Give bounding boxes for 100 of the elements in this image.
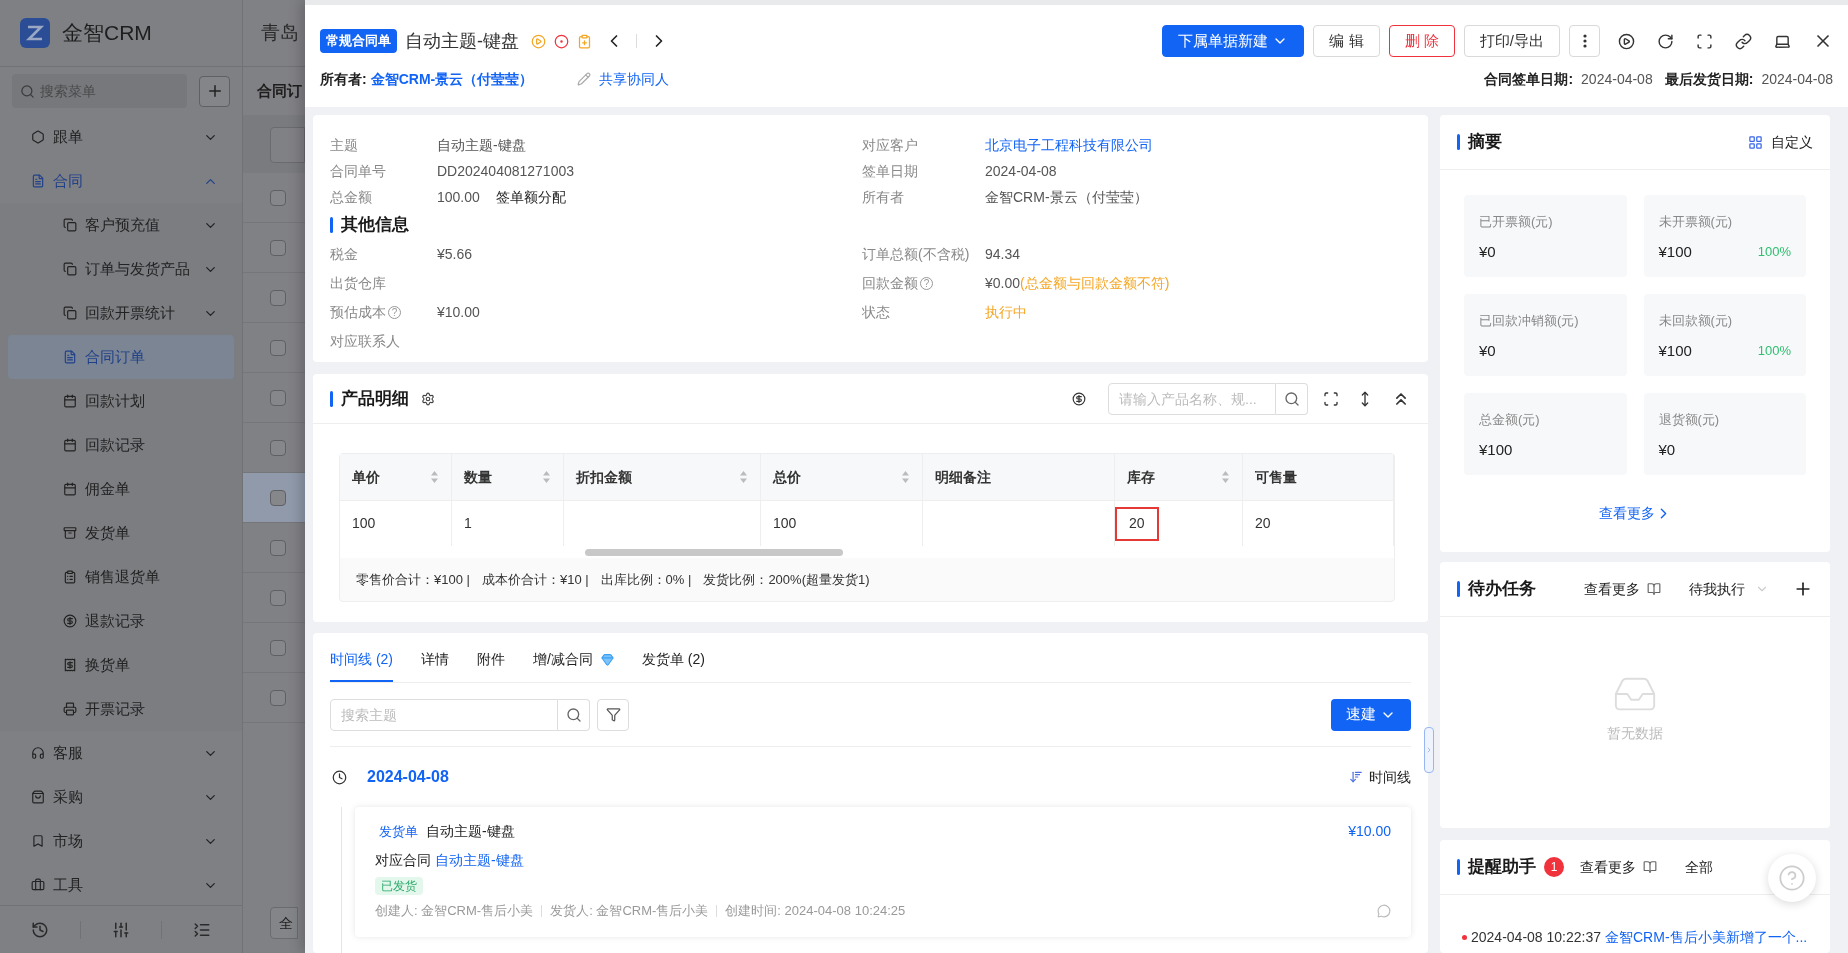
accent-bar bbox=[330, 390, 333, 407]
action-button[interactable]: 打印/导出 bbox=[1463, 25, 1560, 57]
entry-meta: 发货人: 金智CRM-售后小美 bbox=[550, 902, 709, 920]
copy-icon bbox=[63, 218, 77, 232]
action-button[interactable]: 删 除 bbox=[1388, 25, 1455, 57]
more-icon bbox=[1582, 34, 1587, 48]
stat-value: ¥100 bbox=[1658, 241, 1692, 262]
view-more-link[interactable]: 查看更多 bbox=[1584, 578, 1640, 600]
date-value: 2024-04-08 bbox=[1581, 69, 1653, 89]
view-more-link[interactable]: 查看更多 bbox=[1598, 503, 1672, 524]
column-header[interactable]: 库存 bbox=[1115, 454, 1243, 500]
menu-item[interactable]: 佣金单 bbox=[8, 467, 234, 511]
row-checkbox[interactable] bbox=[270, 589, 286, 606]
row-checkbox[interactable] bbox=[270, 339, 286, 356]
menu-item[interactable]: 开票记录 bbox=[8, 687, 234, 731]
select-all-button[interactable]: 全 bbox=[270, 907, 298, 939]
sliders-icon[interactable] bbox=[112, 920, 130, 939]
action-button[interactable]: 编 辑 bbox=[1313, 25, 1380, 57]
filter-dropdown[interactable]: 全部 bbox=[1685, 856, 1713, 878]
help-button[interactable] bbox=[1768, 854, 1816, 902]
field-value: 94.34 bbox=[985, 245, 1021, 264]
settings-icon[interactable] bbox=[421, 391, 435, 406]
menu-item[interactable]: 回款记录 bbox=[8, 423, 234, 467]
count-badge: 1 bbox=[1544, 857, 1564, 877]
entry-meta: 创建时间: 2024-04-08 10:24:25 bbox=[725, 902, 906, 920]
add-button[interactable] bbox=[199, 75, 230, 107]
quick-create-button[interactable]: 速建 bbox=[1331, 698, 1411, 731]
clipboard-icon[interactable] bbox=[577, 33, 592, 49]
field-value[interactable]: 北京电子工程科技有限公司 bbox=[985, 134, 1153, 156]
product-search-field[interactable]: 请输入产品名称、规... bbox=[1108, 382, 1276, 415]
menu-item[interactable]: 销售退货单 bbox=[8, 555, 234, 599]
row-checkbox[interactable] bbox=[270, 539, 286, 556]
timeline-entry[interactable]: 发货单 自动主题-键盘 ¥10.00 对应合同 自动主题-键盘 已发货 创建人: 金智CRM-售后小美 发货人: 金智CRM-售后小美 创建时间: 2024-04-08 10:24:25 bbox=[355, 807, 1411, 937]
fullscreen-icon[interactable] bbox=[1323, 390, 1339, 407]
filter-button[interactable] bbox=[597, 698, 629, 731]
menu-item[interactable]: 客户预充值 bbox=[8, 203, 234, 247]
field-label: 合同单号 bbox=[330, 161, 386, 181]
menu-item[interactable]: 换货单 bbox=[8, 643, 234, 687]
tab[interactable]: 详情 bbox=[421, 638, 449, 682]
row-checkbox[interactable] bbox=[270, 489, 286, 506]
menu-item[interactable]: 市场 bbox=[8, 819, 234, 863]
row-checkbox[interactable] bbox=[270, 189, 286, 206]
book-icon[interactable] bbox=[1643, 860, 1657, 874]
allocation-link[interactable]: 签单额分配 bbox=[495, 186, 566, 208]
row-checkbox[interactable] bbox=[270, 239, 286, 256]
search-button[interactable] bbox=[1276, 382, 1308, 415]
column-header[interactable]: 单价 bbox=[340, 454, 452, 500]
entry-title[interactable]: 自动主题-键盘 bbox=[426, 821, 515, 842]
refresh-icon[interactable] bbox=[1657, 32, 1674, 50]
search-button[interactable] bbox=[558, 698, 590, 731]
row-checkbox[interactable] bbox=[270, 439, 286, 456]
menu-item[interactable]: 订单与发货产品 bbox=[8, 247, 234, 291]
history-icon[interactable] bbox=[31, 920, 49, 939]
tab[interactable]: 发货单 (2) bbox=[641, 638, 705, 682]
status-badge: 已发货 bbox=[375, 877, 423, 895]
more-button[interactable] bbox=[1569, 25, 1600, 57]
column-header[interactable]: 总价 bbox=[761, 454, 923, 500]
action-button[interactable]: 下属单据新建 bbox=[1162, 25, 1305, 57]
panel-toggle[interactable] bbox=[1424, 727, 1434, 773]
view-more-link[interactable]: 查看更多 bbox=[1580, 856, 1636, 878]
copy-icon bbox=[63, 262, 77, 276]
menu-item[interactable]: 跟单 bbox=[8, 115, 234, 159]
row-checkbox[interactable] bbox=[270, 289, 286, 306]
share-link[interactable]: 共享协同人 bbox=[599, 68, 670, 90]
grid-icon[interactable] bbox=[1748, 134, 1763, 150]
filter-field[interactable] bbox=[270, 127, 305, 163]
fullscreen-icon[interactable] bbox=[1696, 32, 1713, 50]
menu-item[interactable]: 采购 bbox=[8, 775, 234, 819]
book-icon[interactable] bbox=[1647, 582, 1661, 596]
tab[interactable]: 时间线 (2) bbox=[330, 638, 393, 682]
collapse-menu-icon[interactable] bbox=[193, 920, 211, 939]
sort-icon[interactable] bbox=[1349, 770, 1363, 784]
menu-item[interactable]: 客服 bbox=[8, 731, 234, 775]
menu-item[interactable]: 合同订单 bbox=[8, 335, 234, 379]
play-icon[interactable] bbox=[1618, 32, 1635, 50]
owner-link[interactable]: 金智CRM-景云（付莹莹） bbox=[370, 68, 534, 90]
link-icon[interactable] bbox=[1735, 32, 1752, 50]
document-icon bbox=[63, 350, 77, 364]
reminder-link[interactable]: 金智CRM-售后小美新增了一个... bbox=[1605, 927, 1808, 948]
coin-icon[interactable] bbox=[1072, 391, 1086, 406]
menu-item[interactable]: 工具 bbox=[8, 863, 234, 905]
timeline-search-field[interactable]: 搜索主题 bbox=[330, 698, 558, 731]
relation-link[interactable]: 自动主题-键盘 bbox=[435, 850, 524, 871]
table-row[interactable] bbox=[243, 473, 305, 523]
tab[interactable]: 增/减合同 bbox=[533, 638, 614, 682]
menu-item[interactable]: 退款记录 bbox=[8, 599, 234, 643]
row-checkbox[interactable] bbox=[270, 639, 286, 656]
comment-icon[interactable] bbox=[1377, 903, 1391, 918]
filter-dropdown[interactable]: 待我执行 bbox=[1689, 578, 1769, 600]
horizontal-scrollbar[interactable] bbox=[585, 548, 843, 556]
customize-link[interactable]: 自定义 bbox=[1771, 131, 1813, 153]
column-header[interactable]: 数量 bbox=[452, 454, 564, 500]
column-header[interactable]: 折扣金额 bbox=[564, 454, 761, 500]
menu-item[interactable]: 回款开票统计 bbox=[8, 291, 234, 335]
row-checkbox[interactable] bbox=[270, 689, 286, 706]
sort-label[interactable]: 时间线 bbox=[1369, 766, 1411, 788]
tab[interactable]: 附件 bbox=[477, 638, 505, 682]
menu-item[interactable]: 发货单 bbox=[8, 511, 234, 555]
row-checkbox[interactable] bbox=[270, 389, 286, 406]
menu-item[interactable]: 回款计划 bbox=[8, 379, 234, 423]
